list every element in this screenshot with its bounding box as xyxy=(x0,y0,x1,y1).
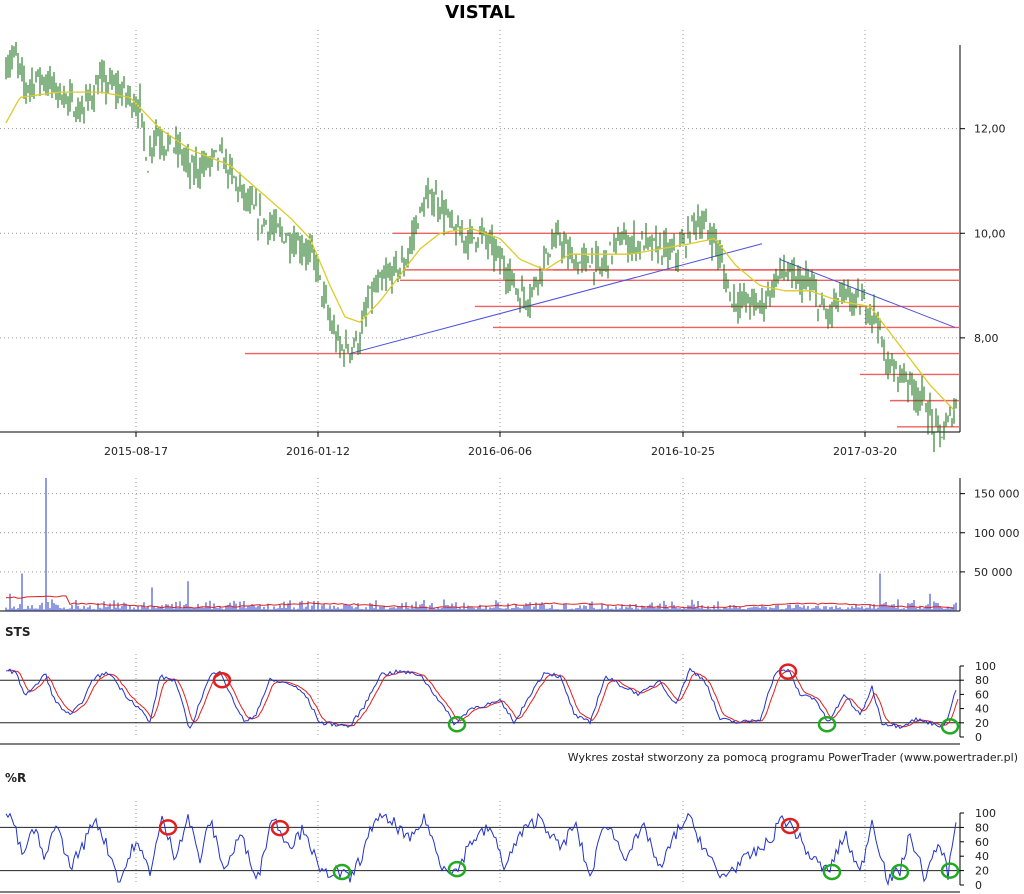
sts-tick-label-1: 100 xyxy=(975,660,996,673)
x-tick-label-1: 2015-08-17 xyxy=(104,445,168,458)
price-tick-label-3: 8,00 xyxy=(974,332,999,345)
wr-tick-label-4: 40 xyxy=(975,850,989,863)
x-tick-label-4: 2016-10-25 xyxy=(651,445,715,458)
volume-average-line xyxy=(5,595,955,609)
wr-tick-label-3: 60 xyxy=(975,836,989,849)
wr-tick-label-1: 100 xyxy=(975,807,996,820)
x-tick-label-5: 2017-03-20 xyxy=(833,445,897,458)
volume-tick-label-1: 150 000 xyxy=(974,488,1020,501)
volume-panel: 150 000 100 000 50 000 xyxy=(0,478,1020,612)
stock-chart: VISTAL 12,00 10,00 8,00 2015-08-17 2016-01-… xyxy=(0,2,1020,893)
sts-tick-label-5: 20 xyxy=(975,717,989,730)
volume-bars xyxy=(5,478,957,611)
credit-text: Wykres został stworzony za pomocą progra… xyxy=(568,751,1018,764)
wr-buy-signal-marker-3 xyxy=(822,863,842,881)
volume-tick-label-3: 50 000 xyxy=(974,566,1013,579)
x-tick-label-3: 2016-06-06 xyxy=(468,445,532,458)
price-tick-label-1: 12,00 xyxy=(974,123,1006,136)
sts-tick-label-3: 60 xyxy=(975,688,989,701)
wr-tick-label-6: 0 xyxy=(975,879,982,892)
wr-main-line xyxy=(5,812,957,887)
price-panel: 12,00 10,00 8,00 xyxy=(0,30,1006,453)
sts-main-line xyxy=(5,667,957,729)
wr-sell-signal-marker-2 xyxy=(270,819,290,837)
sts-tick-label-6: 0 xyxy=(975,731,982,744)
sts-tick-label-4: 40 xyxy=(975,703,989,716)
x-axis: 2015-08-17 2016-01-12 2016-06-06 2016-10-25… xyxy=(104,432,897,458)
sts-buy-signal-marker-2 xyxy=(817,715,837,733)
sts-tick-label-2: 80 xyxy=(975,674,989,687)
volume-tick-label-2: 100 000 xyxy=(974,527,1020,540)
sts-panel-label: STS xyxy=(5,625,30,639)
wr-tick-label-5: 20 xyxy=(975,865,989,878)
wr-panel-label: %R xyxy=(5,771,26,785)
moving-average-line xyxy=(5,91,955,411)
price-bars xyxy=(5,42,957,453)
williams-r-panel: 10080 6040 200 xyxy=(0,801,996,893)
stochastic-panel: 1008060 40200 xyxy=(0,654,996,745)
wr-tick-label-2: 80 xyxy=(975,821,989,834)
x-tick-label-2: 2016-01-12 xyxy=(286,445,350,458)
price-tick-label-2: 10,00 xyxy=(974,227,1006,240)
chart-title: VISTAL xyxy=(445,2,515,23)
wr-buy-signal-marker-2 xyxy=(447,860,467,878)
